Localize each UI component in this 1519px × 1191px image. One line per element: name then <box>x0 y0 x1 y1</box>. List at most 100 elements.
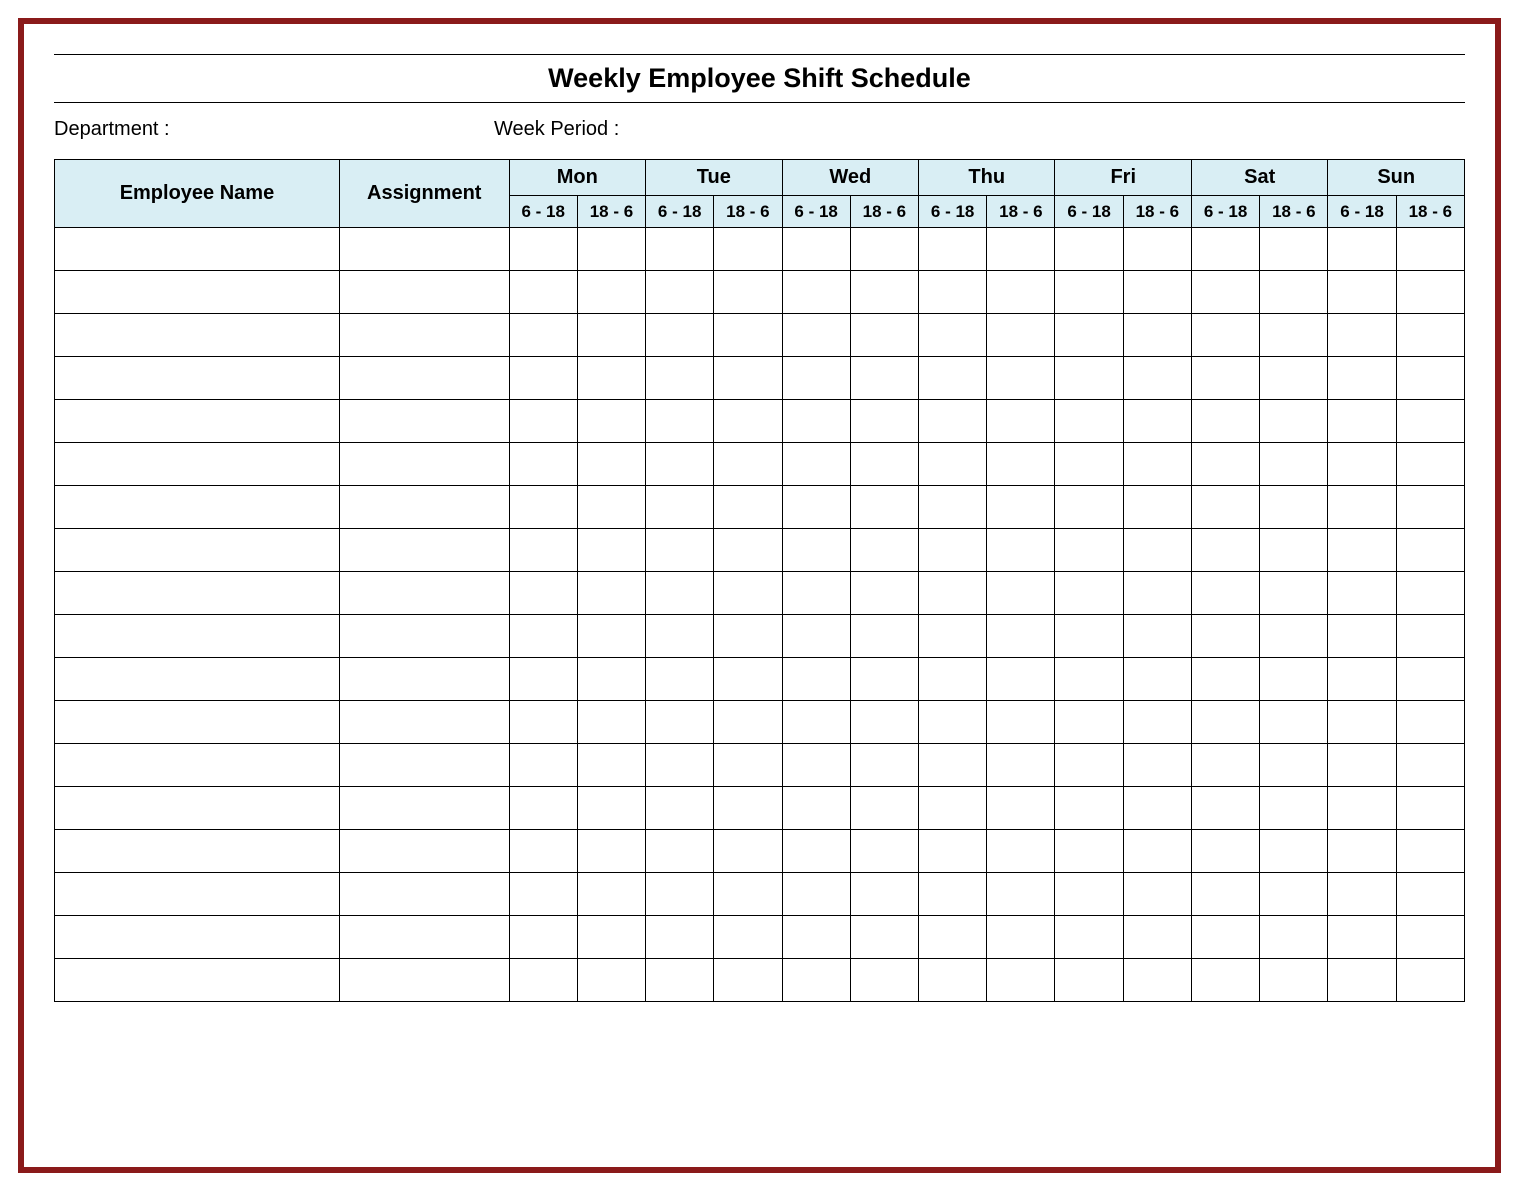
table-cell <box>1260 615 1328 658</box>
shift-header: 6 - 18 <box>1055 196 1123 228</box>
table-cell <box>509 357 577 400</box>
table-cell <box>782 228 850 271</box>
table-cell <box>1396 529 1464 572</box>
table-cell <box>919 443 987 486</box>
table-cell <box>850 830 918 873</box>
table-cell <box>339 271 509 314</box>
day-header-row: Employee Name Assignment Mon Tue Wed Thu… <box>55 160 1465 196</box>
day-header-thu: Thu <box>919 160 1055 196</box>
table-cell <box>577 529 645 572</box>
table-cell <box>339 486 509 529</box>
table-cell <box>1328 959 1396 1002</box>
table-cell <box>987 701 1055 744</box>
table-cell <box>1055 959 1123 1002</box>
table-cell <box>987 787 1055 830</box>
table-row <box>55 916 1465 959</box>
table-cell <box>55 701 340 744</box>
table-row <box>55 873 1465 916</box>
table-cell <box>714 658 782 701</box>
shift-header: 18 - 6 <box>577 196 645 228</box>
table-cell <box>1328 658 1396 701</box>
table-cell <box>1123 443 1191 486</box>
table-cell <box>577 400 645 443</box>
table-cell <box>646 400 714 443</box>
table-cell <box>1191 658 1259 701</box>
table-cell <box>1123 572 1191 615</box>
table-cell <box>55 443 340 486</box>
table-cell <box>55 873 340 916</box>
table-cell <box>1055 572 1123 615</box>
table-cell <box>646 443 714 486</box>
shift-header: 6 - 18 <box>782 196 850 228</box>
table-cell <box>1123 357 1191 400</box>
table-cell <box>919 744 987 787</box>
table-cell <box>1396 486 1464 529</box>
table-cell <box>646 615 714 658</box>
table-cell <box>850 400 918 443</box>
table-cell <box>55 228 340 271</box>
table-cell <box>646 572 714 615</box>
table-cell <box>1191 271 1259 314</box>
table-cell <box>509 916 577 959</box>
table-cell <box>509 658 577 701</box>
day-header-mon: Mon <box>509 160 645 196</box>
table-cell <box>339 615 509 658</box>
table-cell <box>55 357 340 400</box>
table-cell <box>782 357 850 400</box>
table-cell <box>55 615 340 658</box>
table-cell <box>1396 314 1464 357</box>
table-cell <box>577 744 645 787</box>
table-cell <box>850 701 918 744</box>
table-cell <box>919 658 987 701</box>
table-cell <box>1328 701 1396 744</box>
table-cell <box>577 615 645 658</box>
table-cell <box>339 314 509 357</box>
table-cell <box>1191 615 1259 658</box>
table-cell <box>1260 271 1328 314</box>
table-cell <box>850 916 918 959</box>
table-cell <box>987 830 1055 873</box>
table-cell <box>1260 744 1328 787</box>
table-cell <box>339 658 509 701</box>
table-cell <box>1055 400 1123 443</box>
table-row <box>55 228 1465 271</box>
table-cell <box>850 443 918 486</box>
shift-header: 18 - 6 <box>850 196 918 228</box>
table-cell <box>339 701 509 744</box>
assignment-header: Assignment <box>339 160 509 228</box>
table-cell <box>850 787 918 830</box>
table-cell <box>577 271 645 314</box>
table-cell <box>1055 443 1123 486</box>
table-cell <box>919 916 987 959</box>
table-row <box>55 658 1465 701</box>
week-period-label: Week Period : <box>494 118 1465 141</box>
table-cell <box>1328 400 1396 443</box>
table-cell <box>919 701 987 744</box>
table-cell <box>919 830 987 873</box>
table-cell <box>646 787 714 830</box>
table-cell <box>1191 486 1259 529</box>
table-cell <box>1123 271 1191 314</box>
table-cell <box>919 228 987 271</box>
day-header-sun: Sun <box>1328 160 1465 196</box>
table-cell <box>714 314 782 357</box>
table-cell <box>1260 787 1328 830</box>
table-cell <box>646 357 714 400</box>
table-cell <box>577 787 645 830</box>
table-cell <box>850 228 918 271</box>
table-cell <box>714 830 782 873</box>
table-cell <box>577 443 645 486</box>
table-cell <box>987 572 1055 615</box>
table-cell <box>714 787 782 830</box>
table-cell <box>509 701 577 744</box>
table-cell <box>987 228 1055 271</box>
shift-header: 18 - 6 <box>987 196 1055 228</box>
table-cell <box>1396 830 1464 873</box>
table-cell <box>782 701 850 744</box>
meta-row: Department : Week Period : <box>54 118 1465 141</box>
table-cell <box>987 486 1055 529</box>
table-cell <box>339 443 509 486</box>
table-cell <box>1260 873 1328 916</box>
table-cell <box>55 959 340 1002</box>
table-cell <box>339 959 509 1002</box>
